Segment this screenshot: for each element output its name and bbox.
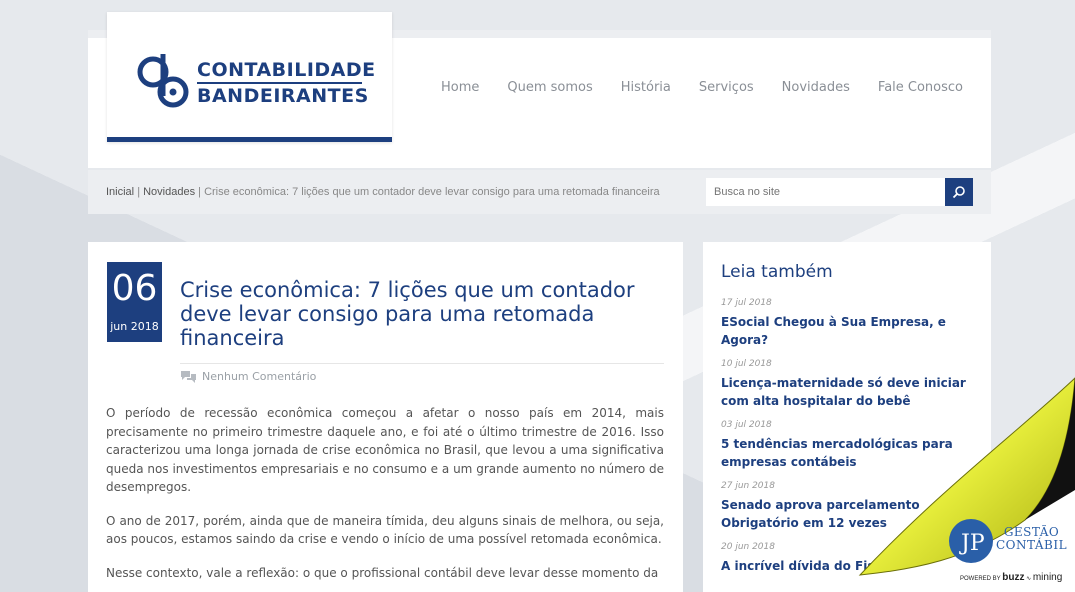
post-paragraph: O período de recessão econômica começou …	[106, 406, 664, 494]
cb-logo-icon	[137, 54, 189, 108]
post-content: 06 jun 2018 Crise econômica: 7 lições qu…	[88, 242, 683, 592]
post-paragraph: Nesse contexto, vale a reflexão: o que o…	[106, 565, 659, 580]
search-input[interactable]	[706, 178, 946, 206]
search-button[interactable]	[945, 178, 973, 206]
nav-home[interactable]: Home	[441, 80, 479, 95]
post-paragraph: O ano de 2017, porém, ainda que de manei…	[106, 513, 664, 547]
logo-line-1: CONTABILIDADE	[197, 59, 376, 81]
powered-by: POWERED BY buzz ∿ mining	[960, 572, 1062, 583]
breadcrumb-section[interactable]: Novidades	[143, 186, 195, 198]
main-nav: Home Quem somos História Serviços Novida…	[441, 80, 963, 95]
comments-count: Nenhum Comentário	[202, 370, 317, 383]
title-divider	[180, 363, 664, 364]
related-title[interactable]: ESocial Chegou à Sua Empresa, e Agora?	[721, 313, 981, 349]
logo-line-2: BANDEIRANTES	[197, 85, 369, 107]
gestao-wordmark: GESTÃO CONTÁBIL	[996, 526, 1067, 552]
post-body: O período de recessão econômica começou …	[106, 404, 664, 592]
breadcrumb-home[interactable]: Inicial	[106, 186, 134, 198]
post-title: Crise econômica: 7 lições que um contado…	[180, 278, 635, 350]
breadcrumb: Inicial | Novidades | Crise econômica: 7…	[106, 186, 660, 198]
gestao-logo-icon: JP	[949, 519, 993, 563]
powered-mining: mining	[1032, 572, 1063, 583]
sidebar-title: Leia também	[721, 262, 833, 282]
related-date: 10 jul 2018	[721, 359, 772, 369]
post-date-day: 06	[111, 268, 158, 309]
powered-label: POWERED BY	[960, 576, 1001, 582]
gestao-line-2: CONTÁBIL	[996, 538, 1068, 552]
related-date: 17 jul 2018	[721, 298, 772, 308]
list-item[interactable]: 17 jul 2018 ESocial Chegou à Sua Empresa…	[721, 298, 981, 349]
nav-quem-somos[interactable]: Quem somos	[507, 80, 592, 95]
nav-servicos[interactable]: Serviços	[699, 80, 754, 95]
breadcrumb-current: Crise econômica: 7 lições que um contado…	[204, 186, 660, 198]
wave-icon: ∿	[1026, 576, 1032, 582]
breadcrumb-bar: Inicial | Novidades | Crise econômica: 7…	[88, 170, 991, 214]
gestao-contabil-badge[interactable]: JP GESTÃO CONTÁBIL POWERED BY buzz ∿ min…	[946, 516, 1071, 586]
breadcrumb-separator: |	[198, 186, 202, 198]
post-comments-link[interactable]: Nenhum Comentário	[180, 370, 316, 383]
nav-novidades[interactable]: Novidades	[782, 80, 850, 95]
nav-historia[interactable]: História	[621, 80, 671, 95]
post-date-badge: 06 jun 2018	[107, 262, 162, 342]
logo-divider	[197, 82, 362, 84]
breadcrumb-separator: |	[137, 186, 141, 198]
svg-text:JP: JP	[959, 531, 985, 556]
nav-fale-conosco[interactable]: Fale Conosco	[878, 80, 963, 95]
site-logo[interactable]: CONTABILIDADE BANDEIRANTES	[107, 12, 392, 142]
comments-icon	[181, 371, 196, 383]
search-icon	[952, 186, 965, 199]
powered-buzz: buzz	[1002, 572, 1025, 583]
post-date-month: jun 2018	[110, 320, 159, 333]
logo-wordmark: CONTABILIDADE BANDEIRANTES	[197, 60, 376, 107]
